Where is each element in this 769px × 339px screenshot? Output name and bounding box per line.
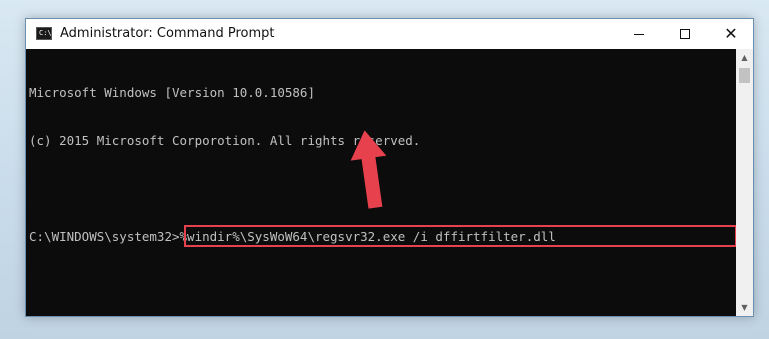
title-bar[interactable]: C:\ Administrator: Command Prompt ✕ [26,19,753,49]
vertical-scrollbar[interactable]: ▲ ▼ [736,49,753,316]
command-highlight-box [184,225,737,247]
scroll-thumb[interactable] [739,68,750,83]
minimize-button[interactable] [616,19,662,49]
console-line-version: Microsoft Windows [Version 10.0.10586] [29,85,315,100]
maximize-button[interactable] [662,19,708,49]
scroll-down-button[interactable]: ▼ [736,299,753,316]
close-icon: ✕ [724,24,738,43]
cmd-app-icon[interactable]: C:\ [36,27,52,40]
maximize-icon [680,29,690,39]
console-prompt-line: C:\WINDOWS\system32>%windir%\SysWoW64\re… [29,225,737,247]
app-icon-text: C:\ [39,29,52,37]
close-button[interactable]: ✕ [708,19,754,49]
up-arrow-icon [350,130,387,209]
minimize-icon [634,33,644,35]
console-prompt: C:\WINDOWS\system32> [29,229,180,244]
scroll-up-button[interactable]: ▲ [736,49,753,66]
window-title: Administrator: Command Prompt [60,26,275,41]
